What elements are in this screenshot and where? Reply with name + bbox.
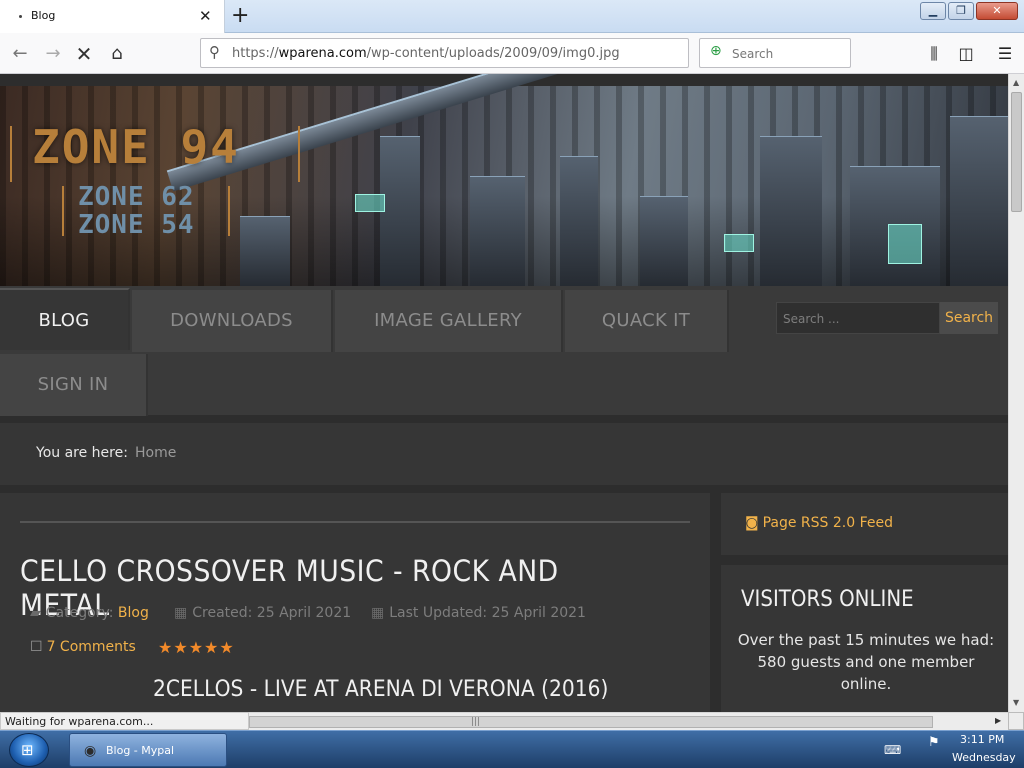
banner-building [470,176,525,286]
rss-panel: ◙ Page RSS 2.0 Feed [721,493,1008,555]
banner-building [760,136,822,286]
scroll-corner [1008,712,1024,730]
new-tab-button[interactable]: + [231,3,249,29]
article-updated: ▦ Last Updated: 25 April 2021 [371,605,586,621]
menu-item-quack-it[interactable]: QUACK IT [565,290,729,352]
browser-search-placeholder: Search [732,47,774,61]
article-category: ▰ Category: Blog [30,605,149,621]
banner-building [640,196,688,286]
sidebar-toggle-icon[interactable]: ◫ [953,41,979,67]
site-search-input[interactable]: Search ... [776,302,940,334]
network-icon[interactable]: ⚑ [928,735,940,750]
window-close-button[interactable]: ✕ [976,2,1018,20]
calendar-icon: ▦ [371,605,385,621]
visitors-text: Over the past 15 minutes we had: 580 gue… [737,631,995,693]
comments-link[interactable]: ☐ 7 Comments [30,639,136,655]
logo-secondary-text: ZONE 62 [78,182,195,212]
restore-button[interactable]: ❐ [948,2,974,20]
site-banner: ZONE 94 ZONE 62 ZONE 54 [0,74,1008,286]
article-panel: CELLO CROSSOVER MUSIC - ROCK AND METAL ▰… [0,493,710,712]
visitors-online-panel: VISITORS ONLINE Over the past 15 minutes… [721,565,1008,712]
vertical-scrollbar[interactable]: ▲ ▼ [1008,74,1024,712]
site-logo[interactable]: ZONE 94 ZONE 62 ZONE 54 [10,120,300,276]
logo-primary-text: ZONE 94 [32,120,240,174]
site-main-menu: BLOG DOWNLOADS IMAGE GALLERY QUACK IT SI… [0,286,1008,416]
article-created: ▦ Created: 25 April 2021 [174,605,351,621]
breadcrumb-home-link[interactable]: Home [135,445,176,461]
updated-date: Last Updated: 25 April 2021 [389,605,586,621]
rss-feed-link[interactable]: ◙ Page RSS 2.0 Feed [745,515,893,531]
comment-icon: ☐ [30,639,43,655]
breadcrumb-label: You are here: [36,445,128,461]
scroll-right-icon[interactable]: ▶ [995,716,1001,725]
tab-loading-icon [19,15,22,18]
browser-search-box[interactable]: ⊕ Search [699,38,851,68]
status-bar: Waiting for wparena.com... [0,712,249,730]
windows-logo-icon: ⊞ [21,741,34,759]
browser-nav-bar: ← → ✕ ⌂ ⚲ https://wparena.com/wp-content… [0,33,1024,74]
rss-icon: ◙ [745,515,759,531]
banner-hologram [724,234,754,252]
browser-app-icon: ◉ [84,743,97,759]
calendar-icon: ▦ [174,605,188,621]
logo-secondary-text: ZONE 54 [78,210,195,240]
clock-time[interactable]: 3:11 PM [960,733,1004,746]
menu-item-sign-in[interactable]: SIGN IN [0,354,148,416]
banner-building [560,156,598,286]
article-divider [20,521,690,523]
scroll-thumb[interactable] [1011,92,1022,212]
start-button[interactable]: ⊞ [9,733,49,767]
forward-arrow-icon[interactable]: → [40,41,66,67]
article-subtitle: 2CELLOS - LIVE AT ARENA DI VERONA (2016) [153,677,609,702]
tab-close-icon[interactable]: ✕ [199,6,212,26]
horizontal-scroll-thumb[interactable]: ||| [249,716,933,728]
keyboard-icon[interactable]: ⌨ [884,743,901,757]
back-arrow-icon[interactable]: ← [7,41,33,67]
minimize-button[interactable]: ▁ [920,2,946,20]
category-link[interactable]: Blog [118,605,149,621]
banner-hologram [355,194,385,212]
breadcrumb: You are here: Home [0,423,1008,485]
clock-day[interactable]: Wednesday [952,751,1016,764]
banner-hologram [888,224,922,264]
visitors-title: VISITORS ONLINE [741,587,914,612]
scroll-grip-icon: ||| [471,717,481,727]
menu-item-image-gallery[interactable]: IMAGE GALLERY [335,290,563,352]
browser-tab-strip: Blog ✕ + ▁ ❐ ✕ [0,0,1024,33]
site-search-button[interactable]: Search [940,302,998,334]
scroll-down-icon[interactable]: ▼ [1013,698,1019,707]
screen: Blog ✕ + ▁ ❐ ✕ ← → ✕ ⌂ ⚲ https://wparena… [0,0,1024,768]
horizontal-scrollbar[interactable]: ||| ▶ [249,712,1008,730]
stop-loading-icon[interactable]: ✕ [71,41,97,67]
hamburger-menu-icon[interactable]: ☰ [992,41,1018,67]
comments-count: 7 Comments [46,639,136,655]
tab-title: Blog [31,9,56,22]
banner-building [380,136,420,286]
folder-icon: ▰ [30,605,41,621]
library-icon[interactable]: ⫼ [921,41,947,67]
search-icon: ⚲ [209,43,220,61]
menu-item-blog[interactable]: BLOG [0,288,130,350]
window-controls: ▁ ❐ ✕ [920,2,1018,21]
home-icon[interactable]: ⌂ [104,41,130,67]
page-viewport: ZONE 94 ZONE 62 ZONE 54 BLOG DOWNLOADS I… [0,74,1008,712]
taskbar-item-label: Blog - Mypal [106,744,175,757]
rss-label: Page RSS 2.0 Feed [762,515,894,531]
scroll-up-icon[interactable]: ▲ [1013,78,1019,87]
created-date: Created: 25 April 2021 [192,605,352,621]
category-label: Category: [45,605,114,621]
taskbar: ⊞ ◉ Blog - Mypal ⌨ ⚑ 3:11 PM Wednesday [0,730,1024,768]
banner-building [950,116,1008,286]
rating-stars[interactable]: ★★★★★ [158,638,235,657]
browser-tab[interactable]: Blog ✕ [0,0,225,33]
search-engine-icon: ⊕ [710,43,722,59]
url-bar[interactable]: ⚲ https://wparena.com/wp-content/uploads… [200,38,689,68]
menu-item-downloads[interactable]: DOWNLOADS [132,290,333,352]
taskbar-item-browser[interactable]: ◉ Blog - Mypal [69,733,227,767]
url-text: https://wparena.com/wp-content/uploads/2… [232,46,620,61]
